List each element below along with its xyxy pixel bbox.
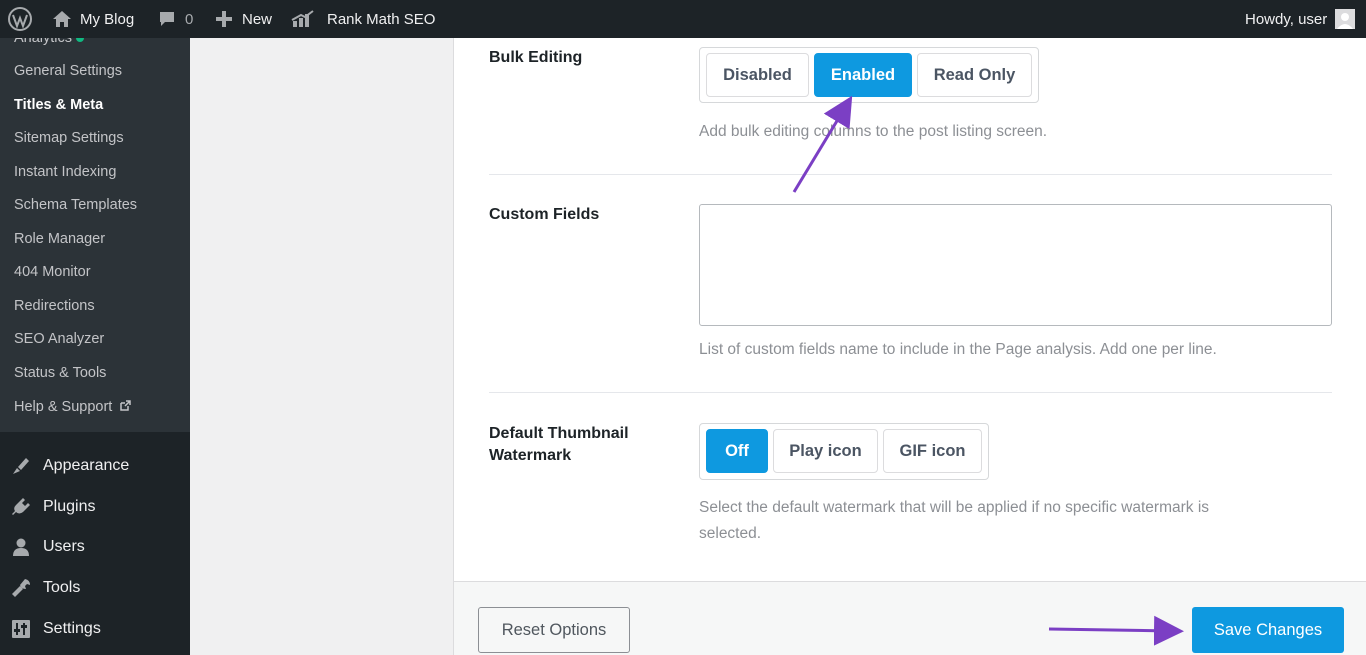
wordpress-logo-icon[interactable]	[8, 0, 32, 38]
bulk-editing-read-only-option[interactable]: Read Only	[917, 53, 1032, 97]
rank-math-label: Rank Math SEO	[327, 10, 436, 28]
comment-icon	[158, 10, 176, 28]
site-name-link[interactable]: My Blog	[52, 0, 134, 38]
thumbnail-watermark-toggle: Off Play icon GIF icon	[699, 423, 989, 480]
menu-item-users[interactable]: Users	[0, 527, 190, 567]
external-link-icon	[120, 399, 132, 415]
rank-math-link[interactable]: Rank Math SEO	[291, 0, 435, 38]
admin-bar: My Blog 0 New Rank Math SEO Howdy, user	[0, 0, 1366, 38]
watermark-off-option[interactable]: Off	[706, 429, 768, 473]
settings-sliders-icon	[10, 618, 32, 640]
bulk-editing-disabled-option[interactable]: Disabled	[706, 53, 809, 97]
menu-label: Users	[43, 538, 85, 555]
divider	[489, 392, 1332, 393]
submenu-item-role-manager[interactable]: Role Manager	[14, 231, 105, 247]
new-label: New	[242, 10, 273, 28]
submenu-item-sitemap-settings[interactable]: Sitemap Settings	[14, 130, 124, 146]
submenu-item-404-monitor[interactable]: 404 Monitor	[14, 264, 91, 280]
divider	[489, 174, 1332, 175]
menu-item-appearance[interactable]: Appearance	[0, 446, 190, 486]
settings-panel: Bulk Editing Disabled Enabled Read Only …	[453, 38, 1366, 581]
submenu-item-instant-indexing[interactable]: Instant Indexing	[14, 164, 116, 180]
menu-label: Plugins	[43, 498, 96, 515]
submenu-item-titles-meta[interactable]: Titles & Meta	[14, 97, 103, 113]
watermark-gif-icon-option[interactable]: GIF icon	[883, 429, 982, 473]
menu-label: Tools	[43, 579, 81, 596]
custom-fields-description: List of custom fields name to include in…	[699, 341, 1217, 358]
paintbrush-icon	[10, 455, 32, 477]
new-content-link[interactable]: New	[215, 0, 272, 38]
bulk-editing-toggle: Disabled Enabled Read Only	[699, 47, 1039, 103]
plus-icon	[215, 10, 233, 28]
admin-sidebar: Analytics General Settings Titles & Meta…	[0, 38, 190, 655]
comments-link[interactable]: 0	[158, 0, 193, 38]
submenu-item-redirections[interactable]: Redirections	[14, 298, 95, 314]
bulk-editing-label: Bulk Editing	[489, 49, 583, 66]
submenu-item-seo-analyzer[interactable]: SEO Analyzer	[14, 331, 104, 347]
wrench-icon	[10, 577, 32, 599]
reset-options-button[interactable]: Reset Options	[478, 607, 630, 653]
menu-item-settings[interactable]: Settings	[0, 609, 190, 649]
menu-label: Appearance	[43, 457, 130, 474]
analytics-status-dot	[76, 38, 85, 43]
plugin-icon	[10, 496, 32, 518]
submenu-item-schema-templates[interactable]: Schema Templates	[14, 197, 137, 213]
custom-fields-textarea[interactable]	[699, 204, 1332, 326]
submenu-item-status-tools[interactable]: Status & Tools	[14, 365, 106, 381]
custom-fields-label: Custom Fields	[489, 206, 600, 223]
submenu-item-analytics[interactable]: Analytics	[14, 38, 85, 46]
site-name: My Blog	[80, 10, 135, 28]
menu-label: Settings	[43, 620, 101, 637]
menu-item-tools[interactable]: Tools	[0, 568, 190, 608]
thumbnail-watermark-label: Default Thumbnail Watermark	[489, 425, 629, 464]
bulk-editing-enabled-option[interactable]: Enabled	[814, 53, 912, 97]
watermark-play-icon-option[interactable]: Play icon	[773, 429, 878, 473]
rank-math-icon	[291, 10, 315, 28]
settings-footer: Reset Options Save Changes	[453, 581, 1366, 655]
rank-math-submenu: Analytics General Settings Titles & Meta…	[0, 38, 190, 432]
menu-item-plugins[interactable]: Plugins	[0, 487, 190, 527]
my-account-link[interactable]: Howdy, user	[1245, 0, 1356, 38]
main-content: Bulk Editing Disabled Enabled Read Only …	[190, 38, 1366, 655]
submenu-item-help-support[interactable]: Help & Support	[14, 399, 132, 415]
home-icon	[52, 9, 72, 29]
save-changes-button[interactable]: Save Changes	[1192, 607, 1344, 653]
users-icon	[10, 536, 32, 558]
thumbnail-watermark-description: Select the default watermark that will b…	[699, 499, 1210, 542]
avatar	[1335, 9, 1356, 29]
bulk-editing-description: Add bulk editing columns to the post lis…	[699, 123, 1048, 140]
howdy-text: Howdy, user	[1245, 10, 1328, 28]
comments-count: 0	[185, 10, 194, 28]
submenu-item-general-settings[interactable]: General Settings	[14, 63, 122, 79]
